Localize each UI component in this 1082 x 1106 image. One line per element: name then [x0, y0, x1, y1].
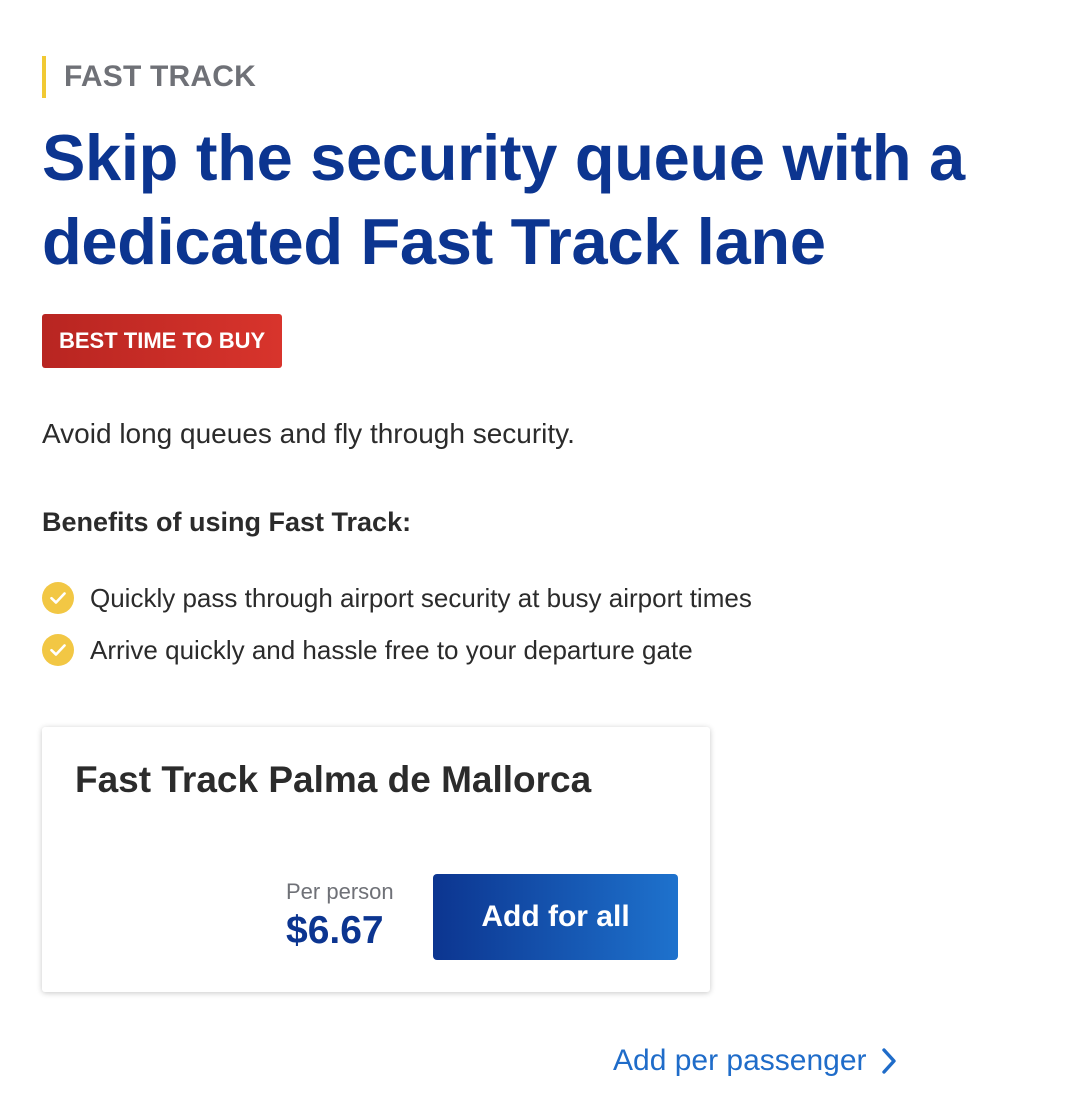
benefit-text: Arrive quickly and hassle free to your d… — [90, 634, 693, 665]
benefits-heading: Benefits of using Fast Track: — [42, 507, 412, 537]
add-for-all-button[interactable]: Add for all — [433, 874, 678, 960]
benefit-text: Quickly pass through airport security at… — [90, 582, 752, 613]
check-circle-icon — [42, 634, 74, 666]
check-circle-icon — [42, 582, 74, 614]
best-time-badge: BEST TIME TO BUY — [42, 314, 283, 368]
price-value: $6.67 — [286, 909, 384, 952]
price-block: Per person $6.67 — [286, 879, 394, 953]
product-title: Fast Track Palma de Mallorca — [75, 759, 592, 800]
benefit-item: Arrive quickly and hassle free to your d… — [42, 632, 693, 668]
intro-text: Avoid long queues and fly through securi… — [42, 418, 575, 449]
price-label: Per person — [286, 879, 394, 904]
benefit-item: Quickly pass through airport security at… — [42, 580, 752, 616]
chevron-right-icon — [881, 1047, 897, 1075]
add-per-passenger-label: Add per passenger — [613, 1044, 867, 1077]
add-per-passenger-link[interactable]: Add per passenger — [613, 1040, 897, 1082]
fast-track-product-card: Fast Track Palma de Mallorca Per person … — [42, 727, 710, 992]
page-title: Skip the security queue with a dedicated… — [42, 121, 965, 278]
section-eyebrow: FAST TRACK — [42, 56, 256, 98]
